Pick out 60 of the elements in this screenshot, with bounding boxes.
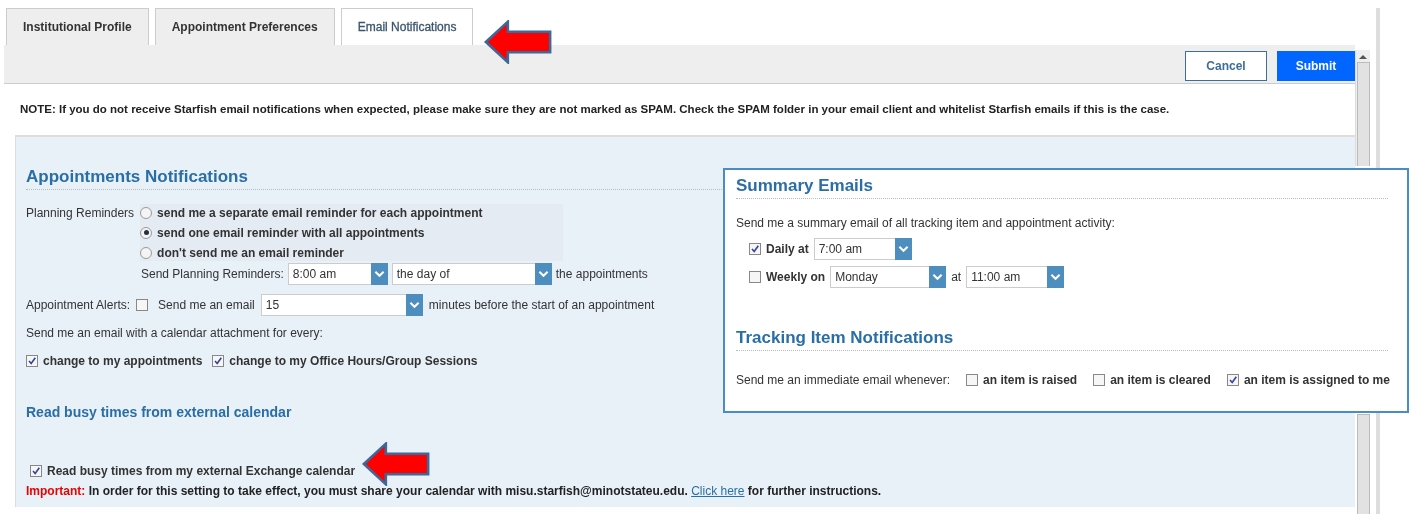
field-label: Planning Reminders <box>26 206 135 220</box>
option-label: Weekly on <box>766 270 826 284</box>
field-label: Appointment Alerts: <box>26 298 131 312</box>
option-label: an item is cleared <box>1110 373 1211 387</box>
checkbox[interactable] <box>26 355 38 367</box>
chevron-down-icon[interactable] <box>1047 266 1065 288</box>
option-label: send one email reminder with all appointments <box>157 225 425 240</box>
instructions-link[interactable]: Click here <box>691 484 745 498</box>
radio-button[interactable] <box>140 206 153 219</box>
option-label: change to my appointments <box>43 354 203 368</box>
field-label: Send me a summary email of all tracking item and appointment activity: <box>736 216 1116 230</box>
field-label: minutes before the start of an appointment <box>428 298 655 312</box>
option-label: Daily at <box>766 242 809 256</box>
cancel-button[interactable]: Cancel <box>1185 51 1267 81</box>
radio-button[interactable] <box>140 246 153 259</box>
section-heading: Summary Emails <box>736 176 874 196</box>
submit-button[interactable]: Submit <box>1277 51 1355 81</box>
chevron-down-icon[interactable] <box>534 263 552 285</box>
checkbox[interactable] <box>966 374 979 386</box>
scrollbar-thumb[interactable] <box>1356 62 1370 166</box>
option-label: change to my Office Hours/Group Sessions <box>229 354 478 368</box>
field-label: Send me an immediate email whenever: <box>736 373 951 387</box>
important-text: Important: In order for this setting to take effect, you must share your calendar with misu.starfish@minotstateu.edu. Click here for further instructions. <box>26 483 882 499</box>
radio-button[interactable] <box>140 226 153 239</box>
dropdown-field[interactable]: 7:00 am <box>813 238 912 260</box>
tab[interactable]: Email Notifications <box>340 8 474 45</box>
chevron-down-icon[interactable] <box>894 238 912 260</box>
checkbox[interactable] <box>749 243 761 255</box>
section-heading: Read busy times from external calendar <box>26 404 293 420</box>
chevron-down-icon[interactable] <box>370 263 388 285</box>
checkbox[interactable] <box>1226 374 1239 386</box>
dropdown-field[interactable]: the day of <box>391 263 552 285</box>
note-text: NOTE: If you do not receive Starfish email notifications when expected, please make sure they are not marked as SPAM. Check the SPAM folder in your email client and whitelist Starfish emails if this is the case. <box>20 103 1171 115</box>
field-label: Send Planning Reminders: <box>141 267 284 281</box>
field-label: the appointments <box>555 267 648 281</box>
field-label: Send me an email with a calendar attachment for every: <box>26 326 324 340</box>
option-label: send me a separate email reminder for each appointment <box>157 205 483 220</box>
checkbox[interactable] <box>1093 374 1106 386</box>
section-heading: Appointments Notifications <box>26 167 249 187</box>
dropdown-field[interactable]: Monday <box>830 266 947 288</box>
dropdown-field[interactable]: 11:00 am <box>966 266 1065 288</box>
tab[interactable]: Appointment Preferences <box>154 8 335 45</box>
section-heading: Tracking Item Notifications <box>736 328 955 348</box>
dropdown-field[interactable]: 15 <box>260 294 423 316</box>
scrollbar[interactable] <box>1355 50 1370 166</box>
chevron-down-icon[interactable] <box>929 266 947 288</box>
chevron-down-icon[interactable] <box>405 294 423 316</box>
field-label: Send me an email <box>158 298 255 312</box>
checkbox[interactable] <box>212 355 225 367</box>
tab[interactable]: Institutional Profile <box>6 8 149 45</box>
checkbox[interactable] <box>136 299 149 311</box>
scrollbar-thumb[interactable] <box>1357 414 1370 514</box>
option-label: an item is raised <box>983 373 1078 387</box>
dropdown-field[interactable]: 8:00 am <box>287 263 388 285</box>
option-label: an item is assigned to me <box>1243 373 1390 387</box>
field-label: at <box>951 270 962 284</box>
checkbox[interactable] <box>30 465 42 477</box>
option-label: Read busy times from my external Exchange calendar <box>47 464 356 478</box>
checkbox[interactable] <box>749 271 761 283</box>
option-label: don't send me an email reminder <box>157 245 344 260</box>
